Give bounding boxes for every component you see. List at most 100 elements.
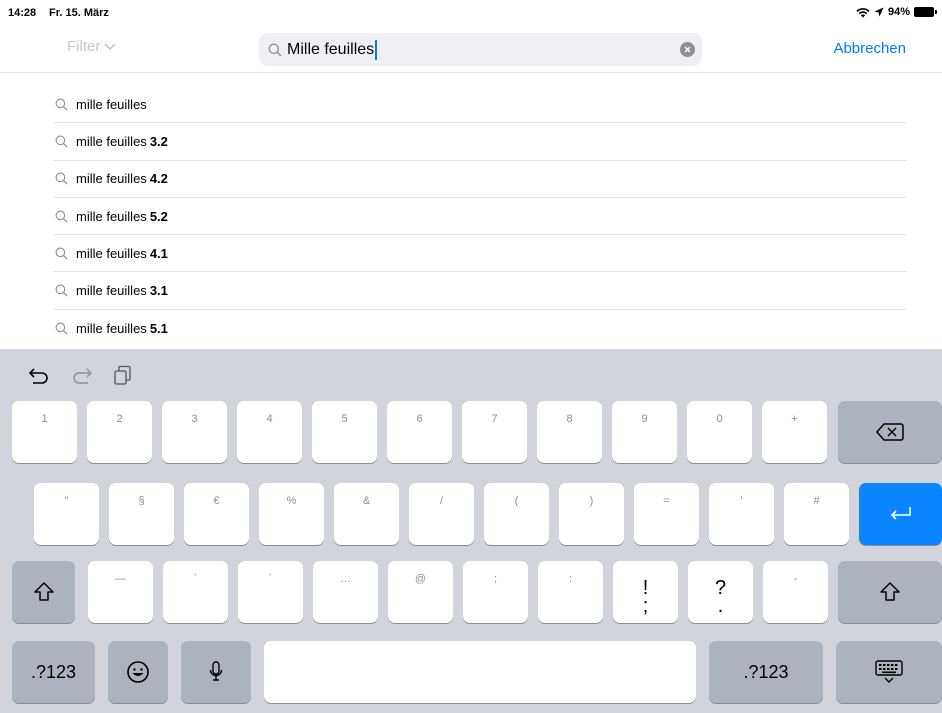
key-alt-label: 0 (716, 413, 723, 425)
key-alt-label: @ (414, 573, 427, 585)
filter-button[interactable]: Filter (67, 38, 116, 55)
numbers-key[interactable]: .?123 (12, 641, 95, 703)
suggestion-text: mille feuilles (76, 320, 147, 336)
suggestion-item[interactable]: mille feuilles 3.1 (53, 272, 907, 310)
suggestion-suffix: 3.1 (149, 283, 168, 299)
location-arrow-icon (874, 7, 884, 17)
key-q[interactable]: 1 (12, 401, 77, 463)
suggestions-list: mille feuilles mille feuilles 3.2 mille f… (53, 86, 907, 347)
suggestion-text: mille feuilles (76, 133, 147, 149)
key-j[interactable]: ( (484, 483, 549, 545)
key-u[interactable]: 7 (462, 401, 527, 463)
search-icon (55, 247, 68, 260)
key-alt-label: 5 (341, 413, 348, 425)
key-alt-label: 8 (566, 413, 573, 425)
key-alt-label: 7 (491, 413, 498, 425)
key-b[interactable]: @ (388, 561, 453, 623)
delete-key[interactable] (838, 401, 942, 463)
suggestion-item[interactable]: mille feuilles 5.1 (53, 310, 907, 347)
key-ü[interactable]: + (762, 401, 827, 463)
key-w[interactable]: 2 (87, 401, 152, 463)
suggestion-text: mille feuilles (76, 96, 147, 112)
key-z[interactable]: 6 (387, 401, 452, 463)
suggestion-item[interactable]: mille feuilles 3.2 (53, 123, 907, 161)
key-v[interactable]: … (313, 561, 378, 623)
key-label: ! (642, 577, 649, 599)
key-g[interactable]: & (334, 483, 399, 545)
key-l[interactable]: = (634, 483, 699, 545)
status-time: 14:28 (8, 7, 37, 19)
key-o[interactable]: 9 (612, 401, 677, 463)
key-r[interactable]: 4 (237, 401, 302, 463)
key-alt-label: / (439, 495, 444, 507)
key-x[interactable]: ` (163, 561, 228, 623)
battery-icon (914, 7, 937, 17)
key-d[interactable]: € (184, 483, 249, 545)
key-t[interactable]: 5 (312, 401, 377, 463)
dictation-key[interactable] (181, 641, 251, 703)
key-p[interactable]: 0 (687, 401, 752, 463)
left-shift-key[interactable] (12, 561, 75, 623)
numbers-key-label: .?123 (30, 662, 77, 682)
undo-icon[interactable] (28, 365, 50, 385)
suggestion-item[interactable]: mille feuilles (53, 86, 907, 124)
key-ß[interactable]: - (763, 561, 828, 623)
key-i[interactable]: 8 (537, 401, 602, 463)
search-icon (55, 322, 68, 335)
suggestion-suffix: 4.1 (149, 245, 168, 261)
key-m[interactable]: : (538, 561, 603, 623)
key-label: ? (714, 577, 727, 599)
key-n[interactable]: ; (463, 561, 528, 623)
key-alt-label: ' (740, 495, 743, 507)
key-c[interactable]: ´ (238, 561, 303, 623)
key-;[interactable]: ;! (613, 561, 678, 623)
backspace-icon (876, 423, 904, 441)
search-input[interactable]: Mille feuilles (287, 41, 374, 58)
suggestion-item[interactable]: mille feuilles 4.1 (53, 235, 907, 273)
key-alt-label: " (64, 495, 69, 507)
key-k[interactable]: ) (559, 483, 624, 545)
key-alt-label: … (340, 573, 351, 585)
key-h[interactable]: / (409, 483, 474, 545)
key-alt-label: 3 (191, 413, 198, 425)
keyboard-hide-icon (875, 660, 903, 683)
microphone-icon (209, 661, 223, 681)
key-f[interactable]: % (259, 483, 324, 545)
redo-icon[interactable] (71, 365, 93, 385)
right-shift-key[interactable] (838, 561, 942, 623)
hide-keyboard-key[interactable] (836, 641, 942, 703)
key-alt-label: - (793, 573, 798, 585)
search-icon (55, 98, 68, 111)
wifi-icon (856, 7, 870, 17)
paste-icon[interactable] (112, 365, 134, 385)
numbers-key-right[interactable]: .?123 (709, 641, 823, 703)
keyboard-toolbar (0, 349, 942, 399)
key-.[interactable]: .? (688, 561, 753, 623)
status-date: Fr. 15. März (49, 7, 109, 19)
filter-label: Filter (67, 38, 101, 55)
key-ä[interactable]: # (784, 483, 849, 545)
suggestion-item[interactable]: mille feuilles 4.2 (53, 161, 907, 198)
return-key[interactable] (859, 483, 942, 545)
suggestion-item[interactable]: mille feuilles 5.2 (53, 198, 907, 236)
text-cursor (375, 39, 378, 60)
status-right: 94% (856, 6, 937, 18)
battery-percent: 94% (887, 6, 910, 18)
clear-icon (684, 46, 691, 53)
key-alt-label: — (115, 573, 126, 585)
space-bar[interactable] (264, 641, 696, 703)
search-header: Filter Mille feuilles Abbrechen (0, 28, 942, 73)
search-field[interactable]: Mille feuilles (259, 33, 702, 66)
suggestion-text: mille feuilles (76, 283, 147, 299)
key-s[interactable]: § (109, 483, 174, 545)
cancel-button[interactable]: Abbrechen (833, 40, 906, 57)
key-ö[interactable]: ' (709, 483, 774, 545)
search-icon (268, 43, 282, 56)
key-a[interactable]: " (34, 483, 99, 545)
key-y[interactable]: — (88, 561, 153, 623)
suggestion-text: mille feuilles (76, 171, 147, 187)
key-alt-label: § (138, 495, 145, 507)
key-e[interactable]: 3 (162, 401, 227, 463)
clear-search-button[interactable] (680, 42, 695, 57)
emoji-key[interactable] (108, 641, 168, 703)
